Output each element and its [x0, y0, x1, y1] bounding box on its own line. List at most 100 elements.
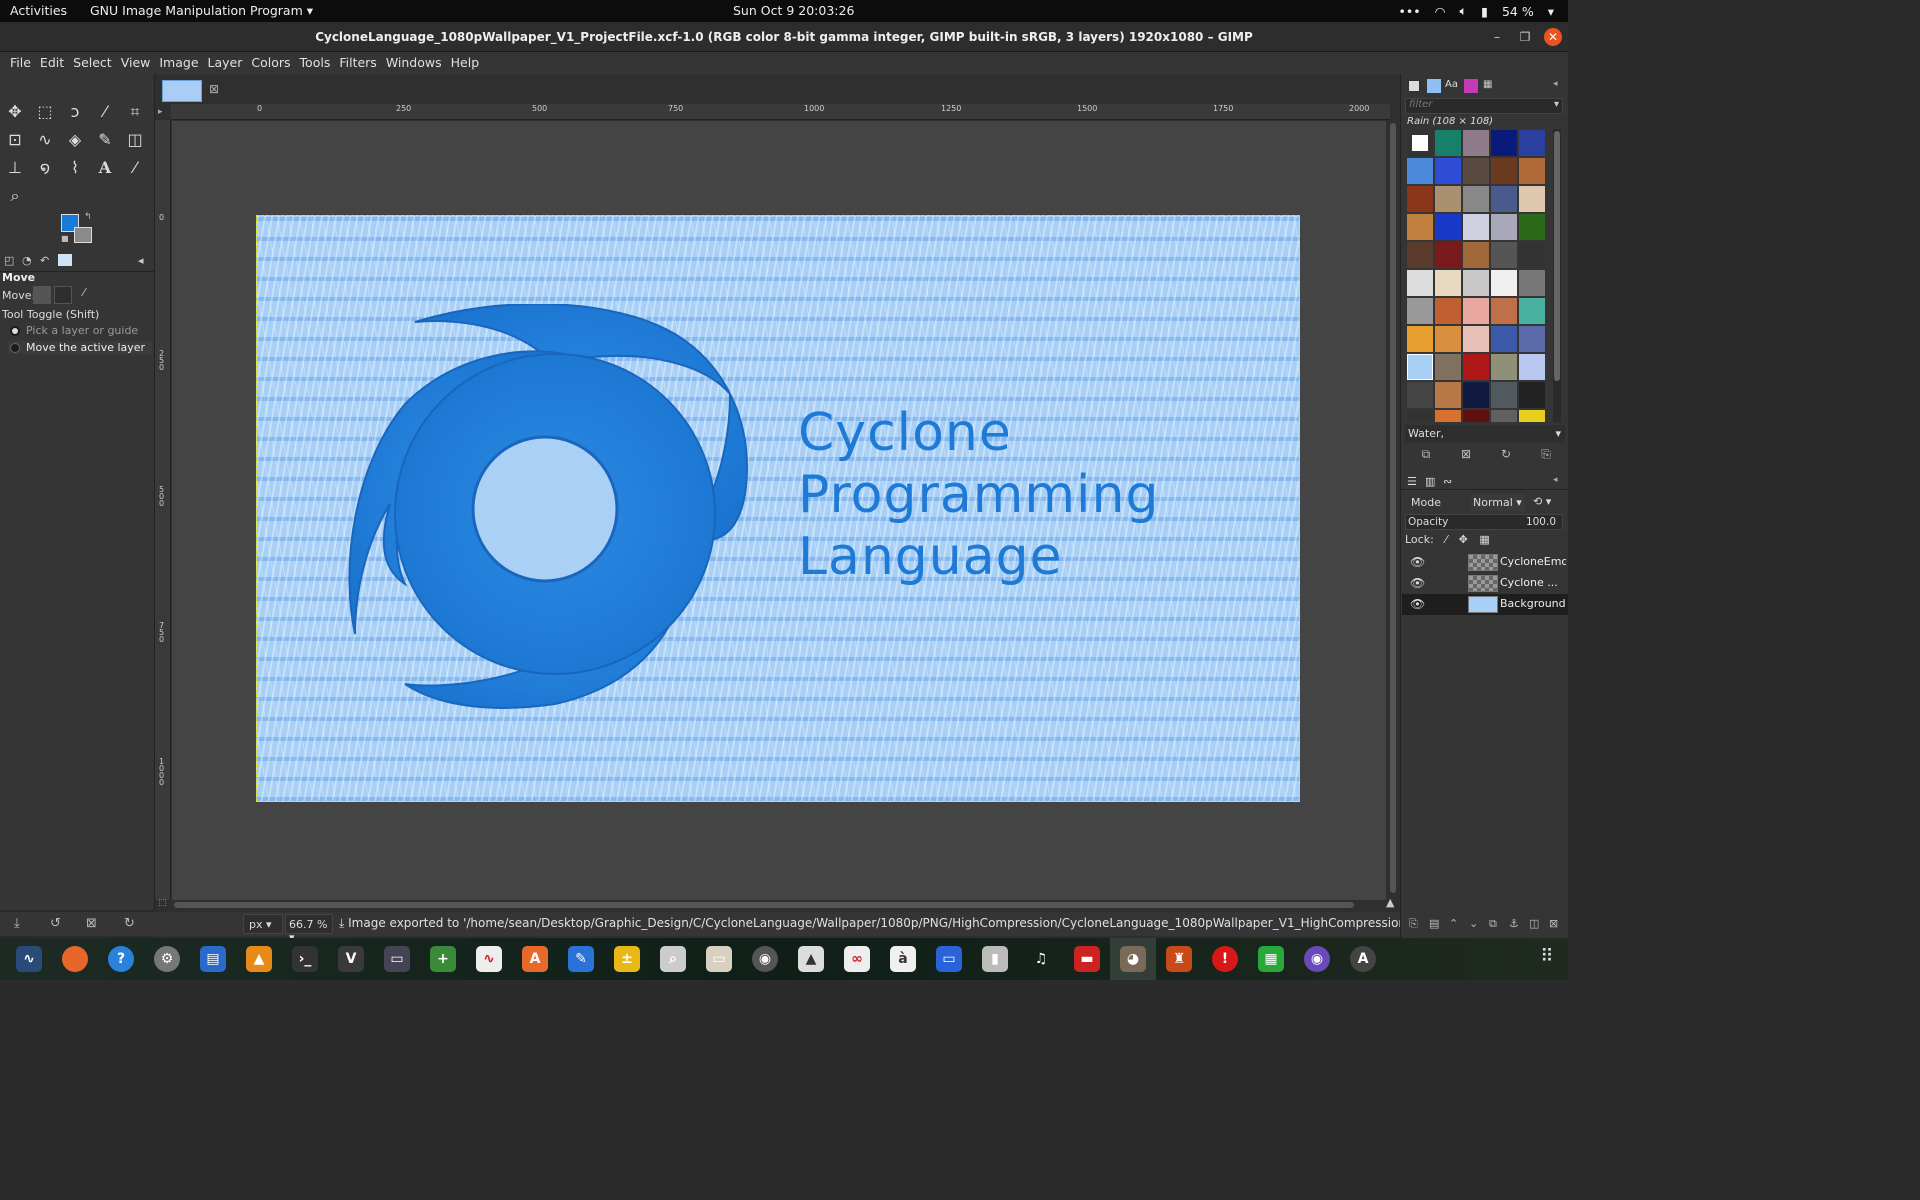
image-canvas[interactable]: Cyclone Programming Language [256, 215, 1300, 802]
lasso-icon[interactable]: ↄ [63, 100, 87, 124]
unified-transform-icon[interactable]: ⊡ [3, 128, 27, 152]
pattern-swatch[interactable] [1407, 270, 1433, 296]
composite-mode-icon[interactable]: ⟲ ▾ [1533, 495, 1551, 508]
vertical-ruler[interactable]: 0 250 500 750 1000 [155, 120, 171, 900]
pattern-swatch[interactable] [1463, 130, 1489, 156]
new-layer-group-icon[interactable]: ▤ [1429, 917, 1439, 930]
layer-item[interactable]: 👁︎ Cyclone ... [1402, 573, 1568, 594]
pattern-swatch[interactable] [1519, 354, 1545, 380]
dock-help[interactable]: ? [98, 938, 144, 980]
pattern-swatch[interactable] [1491, 186, 1517, 212]
dock-character-map[interactable]: à [880, 938, 926, 980]
quick-mask-toggle-icon[interactable]: ⬚ [158, 898, 167, 908]
pattern-swatch[interactable] [1407, 186, 1433, 212]
lock-position-icon[interactable]: ✥ [1459, 533, 1468, 546]
dock-text-editor[interactable]: ✎ [558, 938, 604, 980]
pattern-swatch[interactable] [1463, 214, 1489, 240]
pattern-swatch[interactable] [1435, 298, 1461, 324]
image-tab[interactable]: ⊠ [160, 78, 226, 102]
pattern-swatch[interactable] [1435, 354, 1461, 380]
crop-icon[interactable]: ⌗ [123, 100, 147, 124]
dock-inkscape[interactable]: ▲ [788, 938, 834, 980]
palettes-tab-icon[interactable]: ▦ [1483, 79, 1497, 93]
pattern-swatch[interactable] [1463, 354, 1489, 380]
zoom-select[interactable]: 66.7 % ▾ [285, 914, 333, 944]
pattern-swatch[interactable] [1519, 242, 1545, 268]
dock-game[interactable]: ♜ [1156, 938, 1202, 980]
new-layer-icon[interactable]: ⎘ [1409, 917, 1418, 931]
pattern-select[interactable]: Water, ▾ [1405, 425, 1565, 443]
layer-mask-icon[interactable]: ◫ [1529, 917, 1539, 930]
text-tool-icon[interactable]: A [93, 156, 117, 180]
edit-pattern-icon[interactable]: ⧉ [1419, 447, 1433, 461]
pattern-swatch[interactable] [1491, 382, 1517, 408]
pattern-swatch[interactable] [1491, 214, 1517, 240]
pattern-swatch[interactable] [1491, 354, 1517, 380]
menu-edit[interactable]: Edit [36, 52, 69, 74]
delete-layer-icon[interactable]: ⊠ [1549, 917, 1558, 930]
menu-file[interactable]: File [6, 52, 36, 74]
dock-archive[interactable]: ▮ [972, 938, 1018, 980]
radio-pick-layer[interactable]: Pick a layer or guide [10, 324, 150, 337]
dock-terminal[interactable]: ›_ [282, 938, 328, 980]
pattern-filter-input[interactable]: filter ▾ [1405, 98, 1563, 114]
pattern-swatch[interactable] [1407, 326, 1433, 352]
app-menu[interactable]: GNU Image Manipulation Program ▾ [90, 3, 313, 18]
pattern-swatch[interactable] [1463, 158, 1489, 184]
show-apps-grid-icon[interactable]: ⠿ [1534, 946, 1560, 972]
dock-firefox[interactable] [52, 938, 98, 980]
brushes-tab-icon[interactable] [1407, 79, 1421, 93]
dock-disks[interactable]: ◉ [742, 938, 788, 980]
color-picker-icon[interactable]: ⁄ [123, 156, 147, 180]
pattern-swatch[interactable] [1407, 130, 1433, 156]
layer-item[interactable]: 👁︎ CycloneEmoji.png [1402, 552, 1568, 573]
pattern-swatch[interactable] [1435, 158, 1461, 184]
horizontal-ruler[interactable]: 0 250 500 750 1000 1250 1500 1750 2000 [171, 104, 1390, 120]
layer-item-active[interactable]: 👁︎ Background [1402, 594, 1568, 615]
system-tray[interactable]: ••• ◠ 🔈︎ ▮ 54 % ▾ [1399, 3, 1555, 19]
pattern-swatch[interactable] [1519, 214, 1545, 240]
configure-tab-icon[interactable]: ◂ [138, 254, 152, 268]
dock-appearance[interactable]: A [1340, 938, 1386, 980]
paths-tab-icon[interactable]: ∾ [1443, 475, 1457, 489]
delete-pattern-icon[interactable]: ⊠ [1459, 447, 1473, 461]
navigate-icon[interactable]: ▲ [1386, 896, 1394, 909]
pattern-swatch[interactable] [1519, 186, 1545, 212]
layers-tab-icon[interactable]: ☰ [1407, 475, 1421, 489]
dock-writer[interactable]: ▤ [190, 938, 236, 980]
menu-help[interactable]: Help [447, 52, 485, 74]
configure-tab-icon[interactable]: ◂ [1553, 475, 1567, 489]
restore-options-icon[interactable]: ↺ [50, 916, 61, 931]
activities-button[interactable]: Activities [10, 3, 67, 18]
dock-alert[interactable]: ! [1202, 938, 1248, 980]
fuzzy-select-icon[interactable]: ⁄ [93, 100, 117, 124]
dock-settings[interactable]: ⚙ [144, 938, 190, 980]
menu-colors[interactable]: Colors [247, 52, 295, 74]
pattern-swatch[interactable] [1519, 382, 1545, 408]
dock-calculator-plus[interactable]: + [420, 938, 466, 980]
dock-app-store[interactable]: A [512, 938, 558, 980]
fonts-tab-icon[interactable]: Aa [1445, 79, 1459, 93]
pattern-grid[interactable] [1406, 129, 1546, 422]
pattern-swatch[interactable] [1491, 242, 1517, 268]
close-window-button[interactable]: ✕ [1544, 28, 1562, 46]
menu-windows[interactable]: Windows [382, 52, 447, 74]
bucket-fill-icon[interactable]: ◈ [63, 128, 87, 152]
visibility-eye-icon[interactable]: 👁︎ [1410, 576, 1425, 590]
pattern-swatch[interactable] [1407, 382, 1433, 408]
configure-tab-icon[interactable]: ◂ [1553, 79, 1567, 93]
pattern-swatch[interactable] [1435, 242, 1461, 268]
smudge-icon[interactable]: ໑ [33, 156, 57, 180]
pattern-swatch[interactable] [1435, 382, 1461, 408]
channels-tab-icon[interactable]: ▥ [1425, 475, 1439, 489]
zoom-icon[interactable]: ⌕ [3, 184, 27, 208]
pattern-swatch[interactable] [1519, 298, 1545, 324]
mode-select[interactable]: Normal ▾ [1471, 494, 1525, 511]
pattern-swatch[interactable] [1407, 242, 1433, 268]
dock-system-monitor[interactable]: ∿ [6, 938, 52, 980]
menu-view[interactable]: View [117, 52, 156, 74]
swap-colors-icon[interactable]: ↰ [84, 212, 92, 222]
dock-calc[interactable]: ± [604, 938, 650, 980]
pattern-swatch[interactable] [1519, 130, 1545, 156]
dock-vim[interactable]: V [328, 938, 374, 980]
